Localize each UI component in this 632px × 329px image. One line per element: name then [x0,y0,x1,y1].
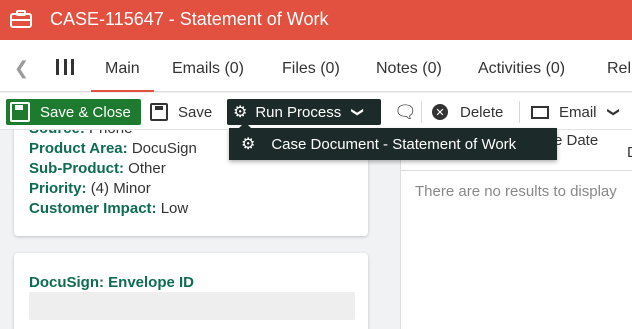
chat-bubble-icon: 🗨 [394,101,417,122]
save-icon [150,103,168,121]
columns-icon[interactable] [56,59,74,75]
chevron-down-icon: ❯ [606,106,621,118]
envelope-icon [531,105,549,119]
field-product-area: Product Area: DocuSign [29,140,197,157]
action-toolbar: Save & Close Save ⚙ Run Process ❯ 🗨 ✕ De… [0,93,632,130]
briefcase-icon [10,10,32,28]
run-process-menu-item[interactable]: ⚙ Case Document - Statement of Work [229,122,557,160]
save-and-close-button[interactable]: Save & Close [6,99,141,125]
chat-button[interactable]: 🗨 [394,99,417,125]
docusign-envelope-id-field[interactable] [29,292,355,320]
delete-button[interactable]: ✕ Delete [432,99,503,125]
email-button[interactable]: Email ❯ [531,99,621,125]
tab-emails[interactable]: Emails (0) [172,60,244,78]
chevron-left-icon[interactable]: ❮ [14,58,29,79]
field-customer-impact: Customer Impact: Low [29,200,189,217]
field-priority: Priority: (4) Minor [29,180,151,197]
tab-activities[interactable]: Activities (0) [478,60,565,78]
page-title: CASE-115647 - Statement of Work [50,9,329,29]
toolbar-divider [421,101,422,123]
tab-notes[interactable]: Notes (0) [376,60,442,78]
docusign-card: DocuSign: Envelope ID [14,253,368,329]
gear-icon: ⚙ [233,104,248,121]
field-sub-product: Sub-Product: Other [29,160,166,177]
toolbar-divider [519,101,520,123]
tab-bar: ❮ Main Emails (0) Files (0) Notes (0) Ac… [0,40,632,92]
tab-files[interactable]: Files (0) [282,60,340,78]
title-bar: CASE-115647 - Statement of Work [0,0,632,40]
empty-results-message: There are no results to display [415,183,617,200]
gear-icon: ⚙ [241,136,256,153]
close-circle-icon: ✕ [432,104,448,120]
tab-main[interactable]: Main [91,60,154,92]
column-header-partial[interactable]: D [627,144,632,161]
column-header-date[interactable]: e Date [554,132,598,149]
docusign-envelope-label: DocuSign: Envelope ID [29,274,195,291]
save-button[interactable]: Save [150,99,212,125]
save-icon [10,102,30,122]
tab-related[interactable]: Rel [607,60,631,78]
chevron-down-icon: ❯ [351,106,366,118]
